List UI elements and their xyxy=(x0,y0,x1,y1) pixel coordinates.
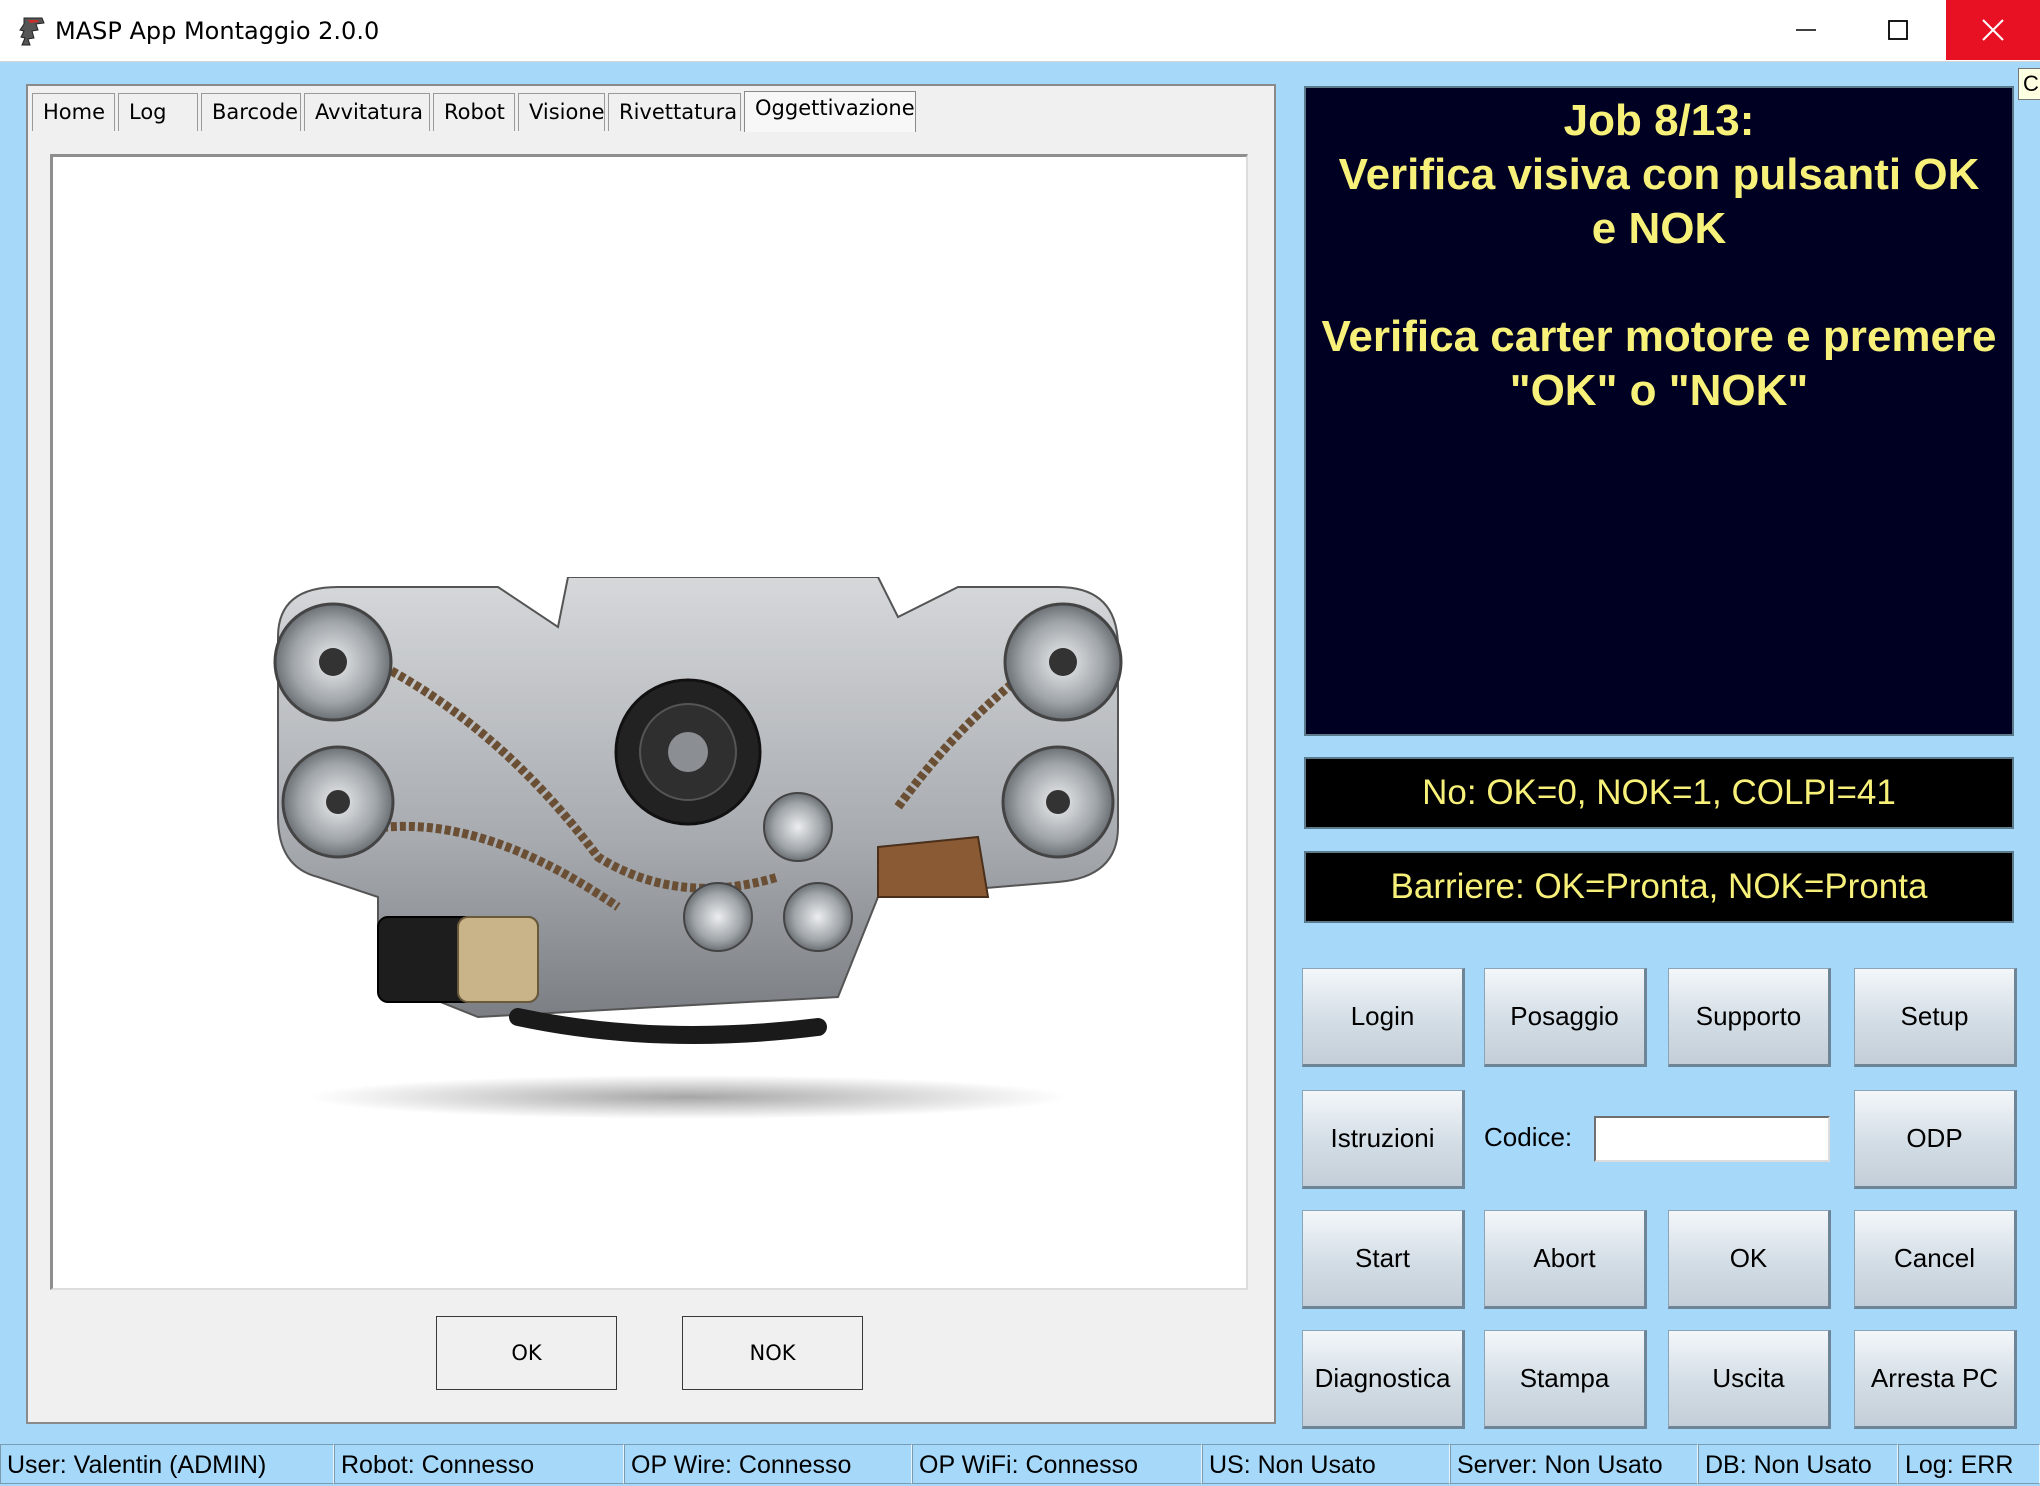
status-log: Log: ERR xyxy=(1898,1444,2040,1484)
job-description-line: e NOK xyxy=(1591,204,1727,253)
close-button[interactable] xyxy=(1946,0,2040,60)
minimize-icon xyxy=(1796,29,1816,31)
cancel-button[interactable]: Cancel xyxy=(1854,1210,2017,1309)
job-description-line: Verifica visiva con pulsanti OK xyxy=(1338,150,1980,199)
maximize-icon xyxy=(1888,20,1908,40)
job-message-panel: Job 8/13: Verifica visiva con pulsanti O… xyxy=(1304,86,2014,736)
ok-button[interactable]: OK xyxy=(1668,1210,1831,1309)
job-title: Job 8/13: xyxy=(1563,96,1755,145)
status-bar: User: Valentin (ADMIN) Robot: Connesso O… xyxy=(0,1442,2040,1486)
tab-barcode[interactable]: Barcode xyxy=(201,93,301,131)
tab-robot[interactable]: Robot xyxy=(433,93,515,131)
supporto-button[interactable]: Supporto xyxy=(1668,968,1831,1067)
job-instruction-line: Verifica carter motore e premere xyxy=(1321,312,1997,361)
odp-button[interactable]: ODP xyxy=(1854,1090,2017,1189)
codice-input[interactable] xyxy=(1594,1116,1830,1162)
image-viewer xyxy=(50,154,1248,1290)
status-server: Server: Non Usato xyxy=(1450,1444,1698,1484)
tab-oggettivazione[interactable]: Oggettivazione xyxy=(744,91,916,132)
engine-image xyxy=(273,577,1123,1119)
maximize-button[interactable] xyxy=(1852,0,1944,60)
counter-display: No: OK=0, NOK=1, COLPI=41 xyxy=(1304,757,2014,829)
tab-avvitatura[interactable]: Avvitatura xyxy=(304,93,430,131)
panel-nok-button[interactable]: NOK xyxy=(682,1316,863,1390)
status-user: User: Valentin (ADMIN) xyxy=(0,1444,334,1484)
job-instruction-line: "OK" o "NOK" xyxy=(1509,366,1809,415)
status-op-wifi: OP WiFi: Connesso xyxy=(912,1444,1202,1484)
panel-ok-button[interactable]: OK xyxy=(436,1316,617,1390)
tab-rivettatura[interactable]: Rivettatura xyxy=(608,93,741,131)
setup-button[interactable]: Setup xyxy=(1854,968,2017,1067)
arresta-pc-button[interactable]: Arresta PC xyxy=(1854,1330,2017,1429)
status-db: DB: Non Usato xyxy=(1698,1444,1898,1484)
stampa-button[interactable]: Stampa xyxy=(1484,1330,1647,1429)
uscita-button[interactable]: Uscita xyxy=(1668,1330,1831,1429)
tab-visione[interactable]: Visione xyxy=(518,93,605,131)
minimize-button[interactable] xyxy=(1760,0,1852,60)
title-bar: MASP App Montaggio 2.0.0 xyxy=(0,0,2040,62)
codice-label: Codice: xyxy=(1484,1122,1573,1152)
status-robot: Robot: Connesso xyxy=(334,1444,624,1484)
tab-log[interactable]: Log xyxy=(118,93,198,131)
barrier-display: Barriere: OK=Pronta, NOK=Pronta xyxy=(1304,851,2014,923)
diagnostica-button[interactable]: Diagnostica xyxy=(1302,1330,1465,1429)
tab-strip: Home Log Barcode Avvitatura Robot Vision… xyxy=(32,91,919,132)
istruzioni-button[interactable]: Istruzioni xyxy=(1302,1090,1465,1189)
close-icon xyxy=(1982,19,2004,41)
abort-button[interactable]: Abort xyxy=(1484,1210,1647,1309)
app-logo-icon xyxy=(19,17,45,46)
tooltip: Cl xyxy=(2018,68,2040,100)
posaggio-button[interactable]: Posaggio xyxy=(1484,968,1647,1067)
login-button[interactable]: Login xyxy=(1302,968,1465,1067)
start-button[interactable]: Start xyxy=(1302,1210,1465,1309)
tab-home[interactable]: Home xyxy=(32,93,115,131)
status-us: US: Non Usato xyxy=(1202,1444,1450,1484)
window-title: MASP App Montaggio 2.0.0 xyxy=(55,17,380,45)
status-op-wire: OP Wire: Connesso xyxy=(624,1444,912,1484)
